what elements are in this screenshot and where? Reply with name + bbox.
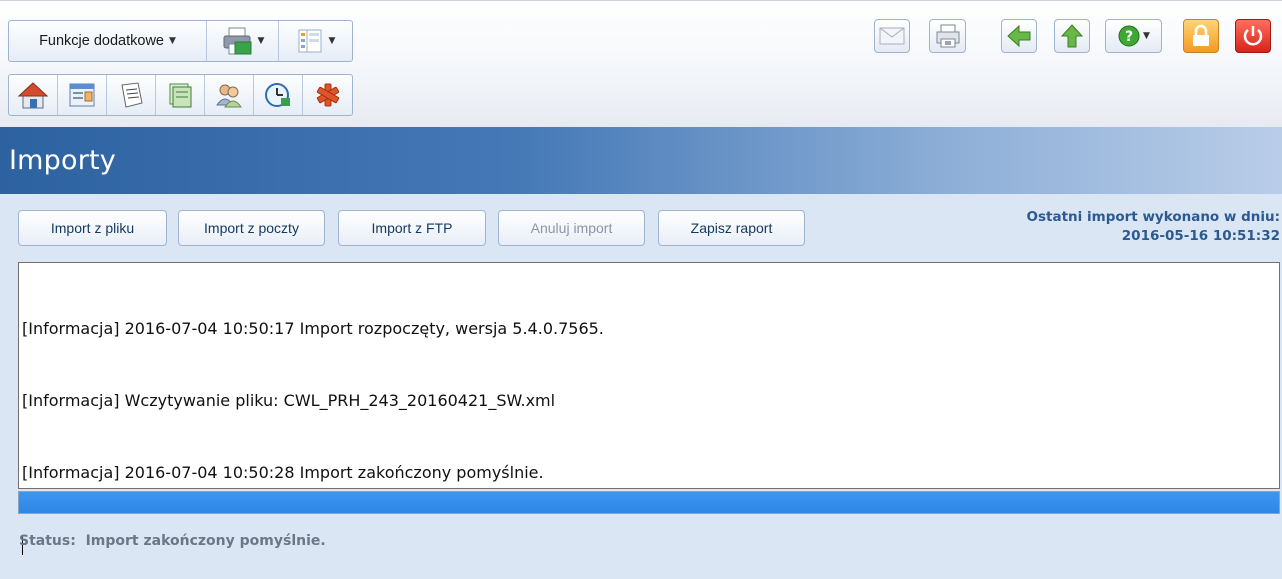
progress-fill [19, 492, 1279, 513]
mail-icon [879, 27, 905, 45]
log-line: [Informacja] 2016-07-04 10:50:28 Import … [22, 463, 544, 482]
up-arrow-icon [1060, 24, 1084, 48]
last-import-info: Ostatni import wykonano w dniu: 2016-05-… [1027, 208, 1280, 246]
import-progress-bar [18, 491, 1280, 514]
documents-button[interactable] [107, 75, 156, 115]
main-toolbar: Funkcje dodatkowe ▼ ▼ ▼ ? ▼ [0, 0, 1282, 127]
lock-icon [1193, 24, 1209, 46]
toolbar-group-functions: Funkcje dodatkowe ▼ ▼ ▼ [8, 20, 353, 62]
lock-button[interactable] [1183, 19, 1219, 53]
medical-star-icon [316, 83, 339, 107]
schedule-button[interactable] [254, 75, 303, 115]
toolbar-group-navigation [8, 74, 353, 116]
chevron-down-icon: ▼ [257, 36, 265, 46]
medical-button[interactable] [303, 75, 352, 115]
chevron-down-icon: ▼ [328, 36, 336, 46]
page-title: Importy [9, 145, 116, 176]
documents-icon [121, 82, 143, 108]
page-header: Importy [0, 127, 1282, 194]
status-line: Status: Import zakończony pomyślnie. [19, 533, 326, 549]
layout-columns-icon [298, 29, 322, 53]
import-log-textarea[interactable]: [Informacja] 2016-07-04 10:50:17 Import … [18, 262, 1280, 555]
help-dropdown-button[interactable]: ? ▼ [1105, 19, 1162, 53]
import-from-ftp-button[interactable]: Import z FTP [338, 210, 486, 246]
log-line: [Informacja] Wczytywanie pliku: CWL_PRH_… [22, 391, 556, 410]
log-line: [Informacja] 2016-07-04 10:50:17 Import … [22, 319, 604, 338]
power-button[interactable] [1235, 19, 1271, 53]
last-import-label: Ostatni import wykonano w dniu: [1026, 209, 1280, 225]
functions-dropdown-button[interactable]: Funkcje dodatkowe ▼ [9, 21, 207, 61]
mail-button[interactable] [874, 19, 910, 53]
cancel-import-button[interactable]: Anuluj import [498, 210, 645, 246]
help-icon: ? [1118, 25, 1140, 47]
chevron-down-icon: ▼ [169, 36, 176, 46]
back-arrow-icon [1007, 24, 1031, 48]
last-import-date: 2016-05-16 10:51:32 [1121, 228, 1280, 244]
svg-text:?: ? [1125, 29, 1133, 45]
back-button[interactable] [1001, 19, 1037, 53]
calendar-button[interactable] [156, 75, 205, 115]
patient-card-button[interactable] [58, 75, 107, 115]
users-button[interactable] [205, 75, 254, 115]
calendar-icon [169, 83, 192, 108]
up-button[interactable] [1054, 19, 1090, 53]
schedule-clock-icon [265, 83, 290, 107]
print-preview-icon [936, 24, 959, 48]
print-preview-button[interactable] [929, 19, 966, 53]
import-from-file-button[interactable]: Import z pliku [18, 210, 167, 246]
status-text: Import zakończony pomyślnie. [85, 533, 326, 549]
patient-card-icon [69, 83, 95, 107]
chevron-down-icon: ▼ [1143, 31, 1150, 41]
print-dropdown-button[interactable]: ▼ [207, 21, 279, 61]
save-report-button[interactable]: Zapisz raport [658, 210, 805, 246]
home-icon [17, 82, 49, 109]
status-label: Status: [19, 533, 76, 549]
functions-dropdown-label: Funkcje dodatkowe [39, 33, 164, 49]
power-icon [1243, 26, 1263, 46]
import-from-mail-button[interactable]: Import z poczty [178, 210, 325, 246]
layout-dropdown-button[interactable]: ▼ [279, 21, 352, 61]
home-button[interactable] [9, 75, 58, 115]
printer-icon [223, 27, 252, 55]
users-icon [216, 84, 242, 108]
